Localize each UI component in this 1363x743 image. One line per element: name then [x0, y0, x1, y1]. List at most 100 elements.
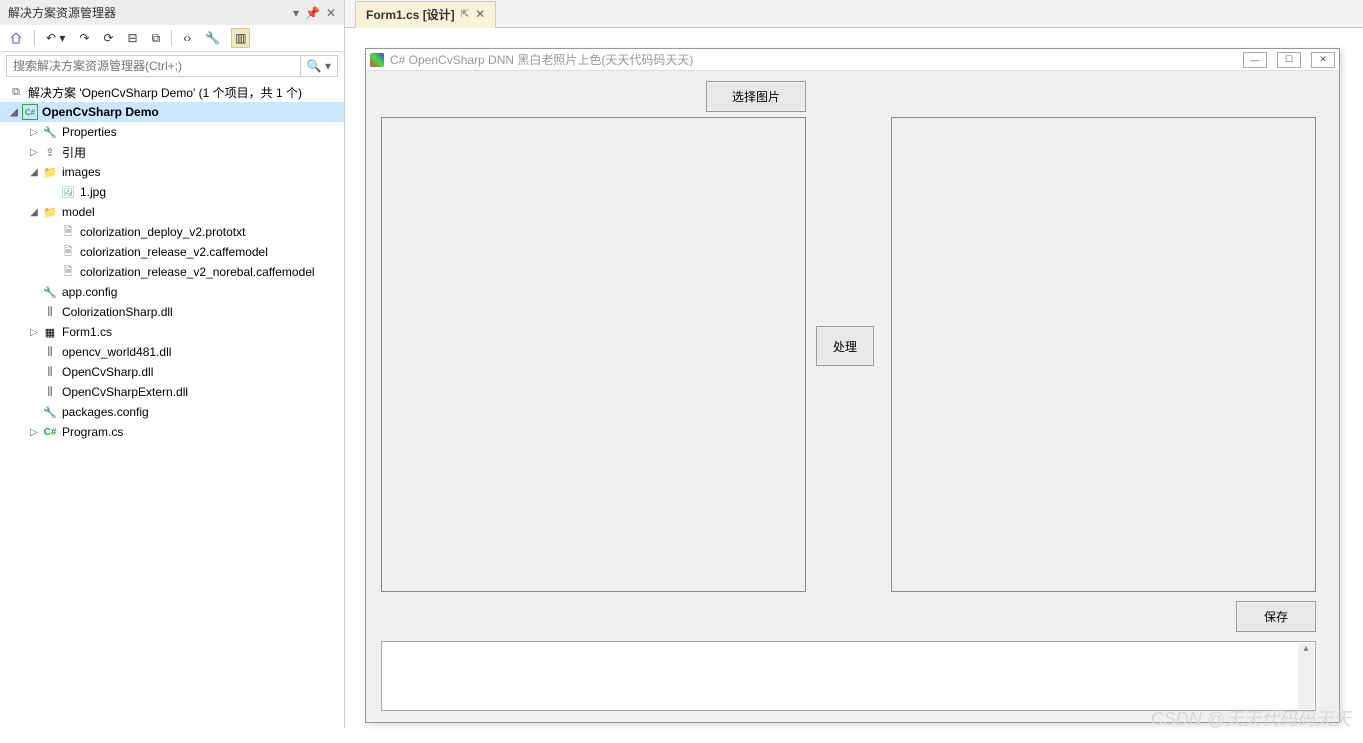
- forward-icon[interactable]: ↷: [76, 29, 92, 47]
- dll-icon: ⫼: [42, 344, 58, 360]
- search-row: 🔍 ▾: [0, 52, 344, 80]
- file-icon: 🗎: [60, 264, 76, 280]
- model-file[interactable]: 🗎 colorization_release_v2_norebal.caffem…: [0, 262, 344, 282]
- file-label: colorization_release_v2.caffemodel: [80, 245, 268, 259]
- app-icon: [370, 53, 384, 67]
- scrollbar[interactable]: ▴: [1298, 643, 1314, 709]
- model-folder[interactable]: ◢ 📁 model: [0, 202, 344, 222]
- chevron-down-icon[interactable]: ◢: [8, 107, 20, 118]
- chevron-down-icon[interactable]: ◢: [28, 167, 40, 178]
- appconfig-file[interactable]: 🔧 app.config: [0, 282, 344, 302]
- model-file[interactable]: 🗎 colorization_deploy_v2.prototxt: [0, 222, 344, 242]
- save-button[interactable]: 保存: [1236, 601, 1316, 632]
- process-button[interactable]: 处理: [816, 326, 874, 366]
- form-icon: ▦: [42, 324, 58, 340]
- file-label: Program.cs: [62, 425, 123, 439]
- folder-icon: 📁: [42, 204, 58, 220]
- close-button[interactable]: ✕: [1311, 52, 1335, 68]
- file-label: colorization_deploy_v2.prototxt: [80, 225, 245, 239]
- file-label: colorization_release_v2_norebal.caffemod…: [80, 265, 315, 279]
- solution-node[interactable]: ⧉ 解决方案 'OpenCvSharp Demo' (1 个项目，共 1 个): [0, 82, 344, 102]
- tab-label: Form1.cs [设计]: [366, 6, 455, 23]
- winform-titlebar: C# OpenCvSharp DNN 黑白老照片上色(天天代码码天天) — ☐ …: [366, 49, 1339, 71]
- chevron-down-icon[interactable]: ◢: [28, 207, 40, 218]
- showall-icon[interactable]: ⧉: [149, 29, 164, 48]
- model-file[interactable]: 🗎 colorization_release_v2.caffemodel: [0, 242, 344, 262]
- file-label: opencv_world481.dll: [62, 345, 171, 359]
- close-icon[interactable]: ✕: [475, 7, 485, 21]
- search-button[interactable]: 🔍 ▾: [301, 55, 338, 77]
- chevron-right-icon[interactable]: ▷: [28, 127, 40, 138]
- references-icon: ⇪: [42, 144, 58, 160]
- pin-icon[interactable]: ⇱: [461, 9, 469, 20]
- code-icon[interactable]: ‹›: [180, 29, 194, 47]
- home-icon[interactable]: [6, 29, 26, 47]
- winform-body: 选择图片 处理 保存 ▴: [366, 71, 1339, 722]
- file-label: OpenCvSharpExtern.dll: [62, 385, 188, 399]
- close-icon[interactable]: ✕: [326, 6, 336, 20]
- dll-file[interactable]: ⫼ OpenCvSharpExtern.dll: [0, 382, 344, 402]
- form1-file[interactable]: ▷ ▦ Form1.cs: [0, 322, 344, 342]
- dll-file[interactable]: ⫼ OpenCvSharp.dll: [0, 362, 344, 382]
- dll-icon: ⫼: [42, 364, 58, 380]
- file-label: Form1.cs: [62, 325, 112, 339]
- images-folder[interactable]: ◢ 📁 images: [0, 162, 344, 182]
- file-label: 1.jpg: [80, 185, 106, 199]
- image-file[interactable]: 🖼 1.jpg: [0, 182, 344, 202]
- csharp-icon: C#: [42, 424, 58, 440]
- file-label: OpenCvSharp.dll: [62, 365, 153, 379]
- log-textbox[interactable]: ▴: [381, 641, 1316, 711]
- file-icon: 🗎: [60, 224, 76, 240]
- design-surface[interactable]: C# OpenCvSharp DNN 黑白老照片上色(天天代码码天天) — ☐ …: [345, 28, 1363, 743]
- preview-icon[interactable]: ▥: [231, 28, 250, 48]
- search-input[interactable]: [6, 55, 301, 77]
- program-file[interactable]: ▷ C# Program.cs: [0, 422, 344, 442]
- solution-explorer: 解决方案资源管理器 ▾ 📌 ✕ ↶ ▾ ↷ ⟳ ⊟ ⧉ ‹› 🔧 ▥ 🔍 ▾ ⧉…: [0, 0, 345, 728]
- references-label: 引用: [62, 144, 86, 161]
- model-label: model: [62, 205, 95, 219]
- properties-label: Properties: [62, 125, 117, 139]
- config-icon: 🔧: [42, 284, 58, 300]
- properties-icon[interactable]: 🔧: [202, 29, 223, 47]
- winform-title-text: C# OpenCvSharp DNN 黑白老照片上色(天天代码码天天): [390, 51, 1233, 68]
- properties-node[interactable]: ▷ 🔧 Properties: [0, 122, 344, 142]
- packages-file[interactable]: 🔧 packages.config: [0, 402, 344, 422]
- dll-file[interactable]: ⫼ ColorizationSharp.dll: [0, 302, 344, 322]
- config-icon: 🔧: [42, 404, 58, 420]
- dll-file[interactable]: ⫼ opencv_world481.dll: [0, 342, 344, 362]
- dll-icon: ⫼: [42, 304, 58, 320]
- picturebox-source[interactable]: [381, 117, 806, 592]
- project-icon: C#: [22, 104, 38, 120]
- refresh-icon[interactable]: ⟳: [100, 29, 116, 47]
- pin-icon[interactable]: 📌: [305, 6, 320, 20]
- separator: [171, 30, 172, 46]
- back-icon[interactable]: ↶ ▾: [43, 29, 68, 47]
- file-icon: 🗎: [60, 244, 76, 260]
- dropdown-icon[interactable]: ▾: [293, 6, 299, 20]
- images-label: images: [62, 165, 101, 179]
- image-icon: 🖼: [60, 184, 76, 200]
- minimize-button[interactable]: —: [1243, 52, 1267, 68]
- explorer-header-actions: ▾ 📌 ✕: [293, 6, 336, 20]
- solution-label: 解决方案 'OpenCvSharp Demo' (1 个项目，共 1 个): [28, 84, 302, 101]
- explorer-title: 解决方案资源管理器: [8, 4, 116, 21]
- select-image-button[interactable]: 选择图片: [706, 81, 806, 112]
- collapse-icon[interactable]: ⊟: [125, 29, 141, 47]
- references-node[interactable]: ▷ ⇪ 引用: [0, 142, 344, 162]
- picturebox-result[interactable]: [891, 117, 1316, 592]
- chevron-right-icon[interactable]: ▷: [28, 427, 40, 438]
- designer-area: Form1.cs [设计] ⇱ ✕ C# OpenCvSharp DNN 黑白老…: [345, 0, 1363, 728]
- chevron-right-icon[interactable]: ▷: [28, 327, 40, 338]
- project-label: OpenCvSharp Demo: [42, 105, 159, 119]
- maximize-button[interactable]: ☐: [1277, 52, 1301, 68]
- project-node[interactable]: ◢ C# OpenCvSharp Demo: [0, 102, 344, 122]
- tab-form1-design[interactable]: Form1.cs [设计] ⇱ ✕: [355, 1, 496, 29]
- solution-icon: ⧉: [8, 84, 24, 100]
- file-label: ColorizationSharp.dll: [62, 305, 173, 319]
- dll-icon: ⫼: [42, 384, 58, 400]
- folder-icon: 📁: [42, 164, 58, 180]
- chevron-right-icon[interactable]: ▷: [28, 147, 40, 158]
- separator: [34, 30, 35, 46]
- winform[interactable]: C# OpenCvSharp DNN 黑白老照片上色(天天代码码天天) — ☐ …: [365, 48, 1340, 723]
- file-label: app.config: [62, 285, 117, 299]
